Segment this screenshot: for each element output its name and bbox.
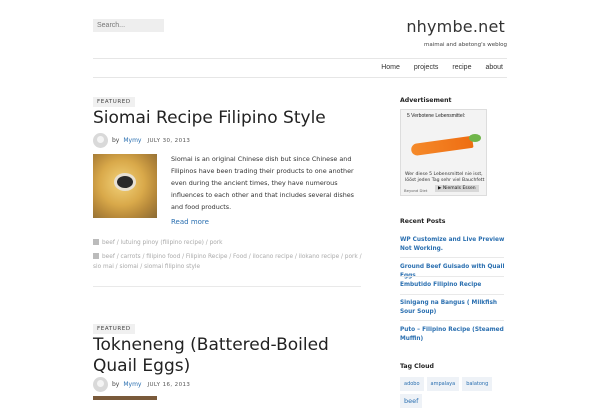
featured-badge: FEATURED — [93, 324, 135, 334]
post-thumbnail[interactable] — [93, 396, 157, 400]
byline-by-label: by — [112, 381, 120, 388]
post-title[interactable]: Tokneneng (Battered-Boiled Quail Eggs) — [93, 335, 363, 377]
site-tagline: maimai and abetong's weblog — [424, 42, 507, 48]
tag-cloud-item[interactable]: balatong — [462, 377, 493, 391]
recent-post-divider — [400, 320, 504, 321]
recent-post-link[interactable]: Sinigang na Bangus ( Milkfish Sour Soup) — [400, 299, 505, 317]
recent-post-link[interactable]: WP Customize and Live Preview Not Workin… — [400, 236, 505, 254]
post-date: JULY 16, 2013 — [147, 381, 191, 388]
recent-post-divider — [400, 257, 504, 258]
post-categories: beef / lutuing pinoy (filipino recipe) /… — [93, 238, 363, 248]
nav-divider — [93, 77, 507, 78]
nav-item-home[interactable]: Home — [374, 64, 407, 71]
featured-badge: FEATURED — [93, 97, 135, 107]
tag-cloud-item[interactable]: ampalaya — [426, 377, 460, 391]
header-divider — [93, 58, 507, 59]
recent-post-link[interactable]: Ground Beef Guisado with Quail Eggs — [400, 263, 505, 281]
advertisement-banner[interactable]: 5 Verbotene Lebensmittel: Wer diese 5 Le… — [400, 109, 487, 196]
post-thumbnail[interactable] — [93, 154, 157, 218]
recent-post-divider — [400, 276, 504, 277]
tags-text[interactable]: beef / carrots / filipino food / Filipin… — [93, 254, 362, 270]
recent-posts-heading: Recent Posts — [400, 218, 446, 225]
author-link[interactable]: Mymy — [123, 137, 141, 144]
avatar — [93, 133, 108, 148]
categories-text[interactable]: beef / lutuing pinoy (filipino recipe) /… — [102, 240, 223, 246]
post-byline: by Mymy JULY 16, 2013 — [93, 377, 190, 392]
main-nav: Home projects recipe about — [374, 64, 507, 71]
nav-item-about[interactable]: about — [478, 64, 507, 71]
author-link[interactable]: Mymy — [123, 381, 141, 388]
nav-item-recipe[interactable]: recipe — [445, 64, 478, 71]
post-title[interactable]: Siomai Recipe Filipino Style — [93, 108, 363, 129]
ad-body: Wer diese 5 Lebensmittel nie isst, lööst… — [405, 172, 485, 183]
recent-post-link[interactable]: Embutido Filipino Recipe — [400, 281, 505, 290]
post-tags: beef / carrots / filipino food / Filipin… — [93, 252, 363, 272]
byline-by-label: by — [112, 137, 120, 144]
tag-icon — [93, 253, 99, 259]
ad-brand: Beyond Diet — [404, 188, 428, 193]
tag-cloud-item[interactable]: beef — [400, 394, 423, 408]
folder-icon — [93, 239, 99, 245]
search-input[interactable]: Search... — [93, 19, 164, 32]
post-divider — [93, 286, 361, 287]
recent-post-divider — [400, 294, 504, 295]
carrot-image — [410, 135, 474, 157]
post-excerpt: Siomai is an original Chinese dish but s… — [171, 155, 355, 211]
tag-cloud-heading: Tag Cloud — [400, 363, 434, 370]
post-byline: by Mymy JULY 30, 2013 — [93, 133, 190, 148]
ad-headline: 5 Verbotene Lebensmittel: — [407, 113, 466, 119]
tag-cloud: adobo ampalaya balatong beef — [400, 377, 508, 408]
ad-cta-button[interactable]: ▶ Niemals Essen — [435, 185, 479, 192]
tag-cloud-item[interactable]: adobo — [400, 377, 424, 391]
read-more-link[interactable]: Read more — [171, 218, 209, 226]
avatar — [93, 377, 108, 392]
advertisement-heading: Advertisement — [400, 97, 452, 104]
carrot-leaf-image — [469, 134, 481, 142]
nav-item-projects[interactable]: projects — [407, 64, 446, 71]
recent-post-link[interactable]: Puto – Filipino Recipe (Steamed Muffin) — [400, 326, 505, 344]
post-date: JULY 30, 2013 — [147, 137, 191, 144]
site-title[interactable]: nhymbe.net — [406, 17, 505, 36]
